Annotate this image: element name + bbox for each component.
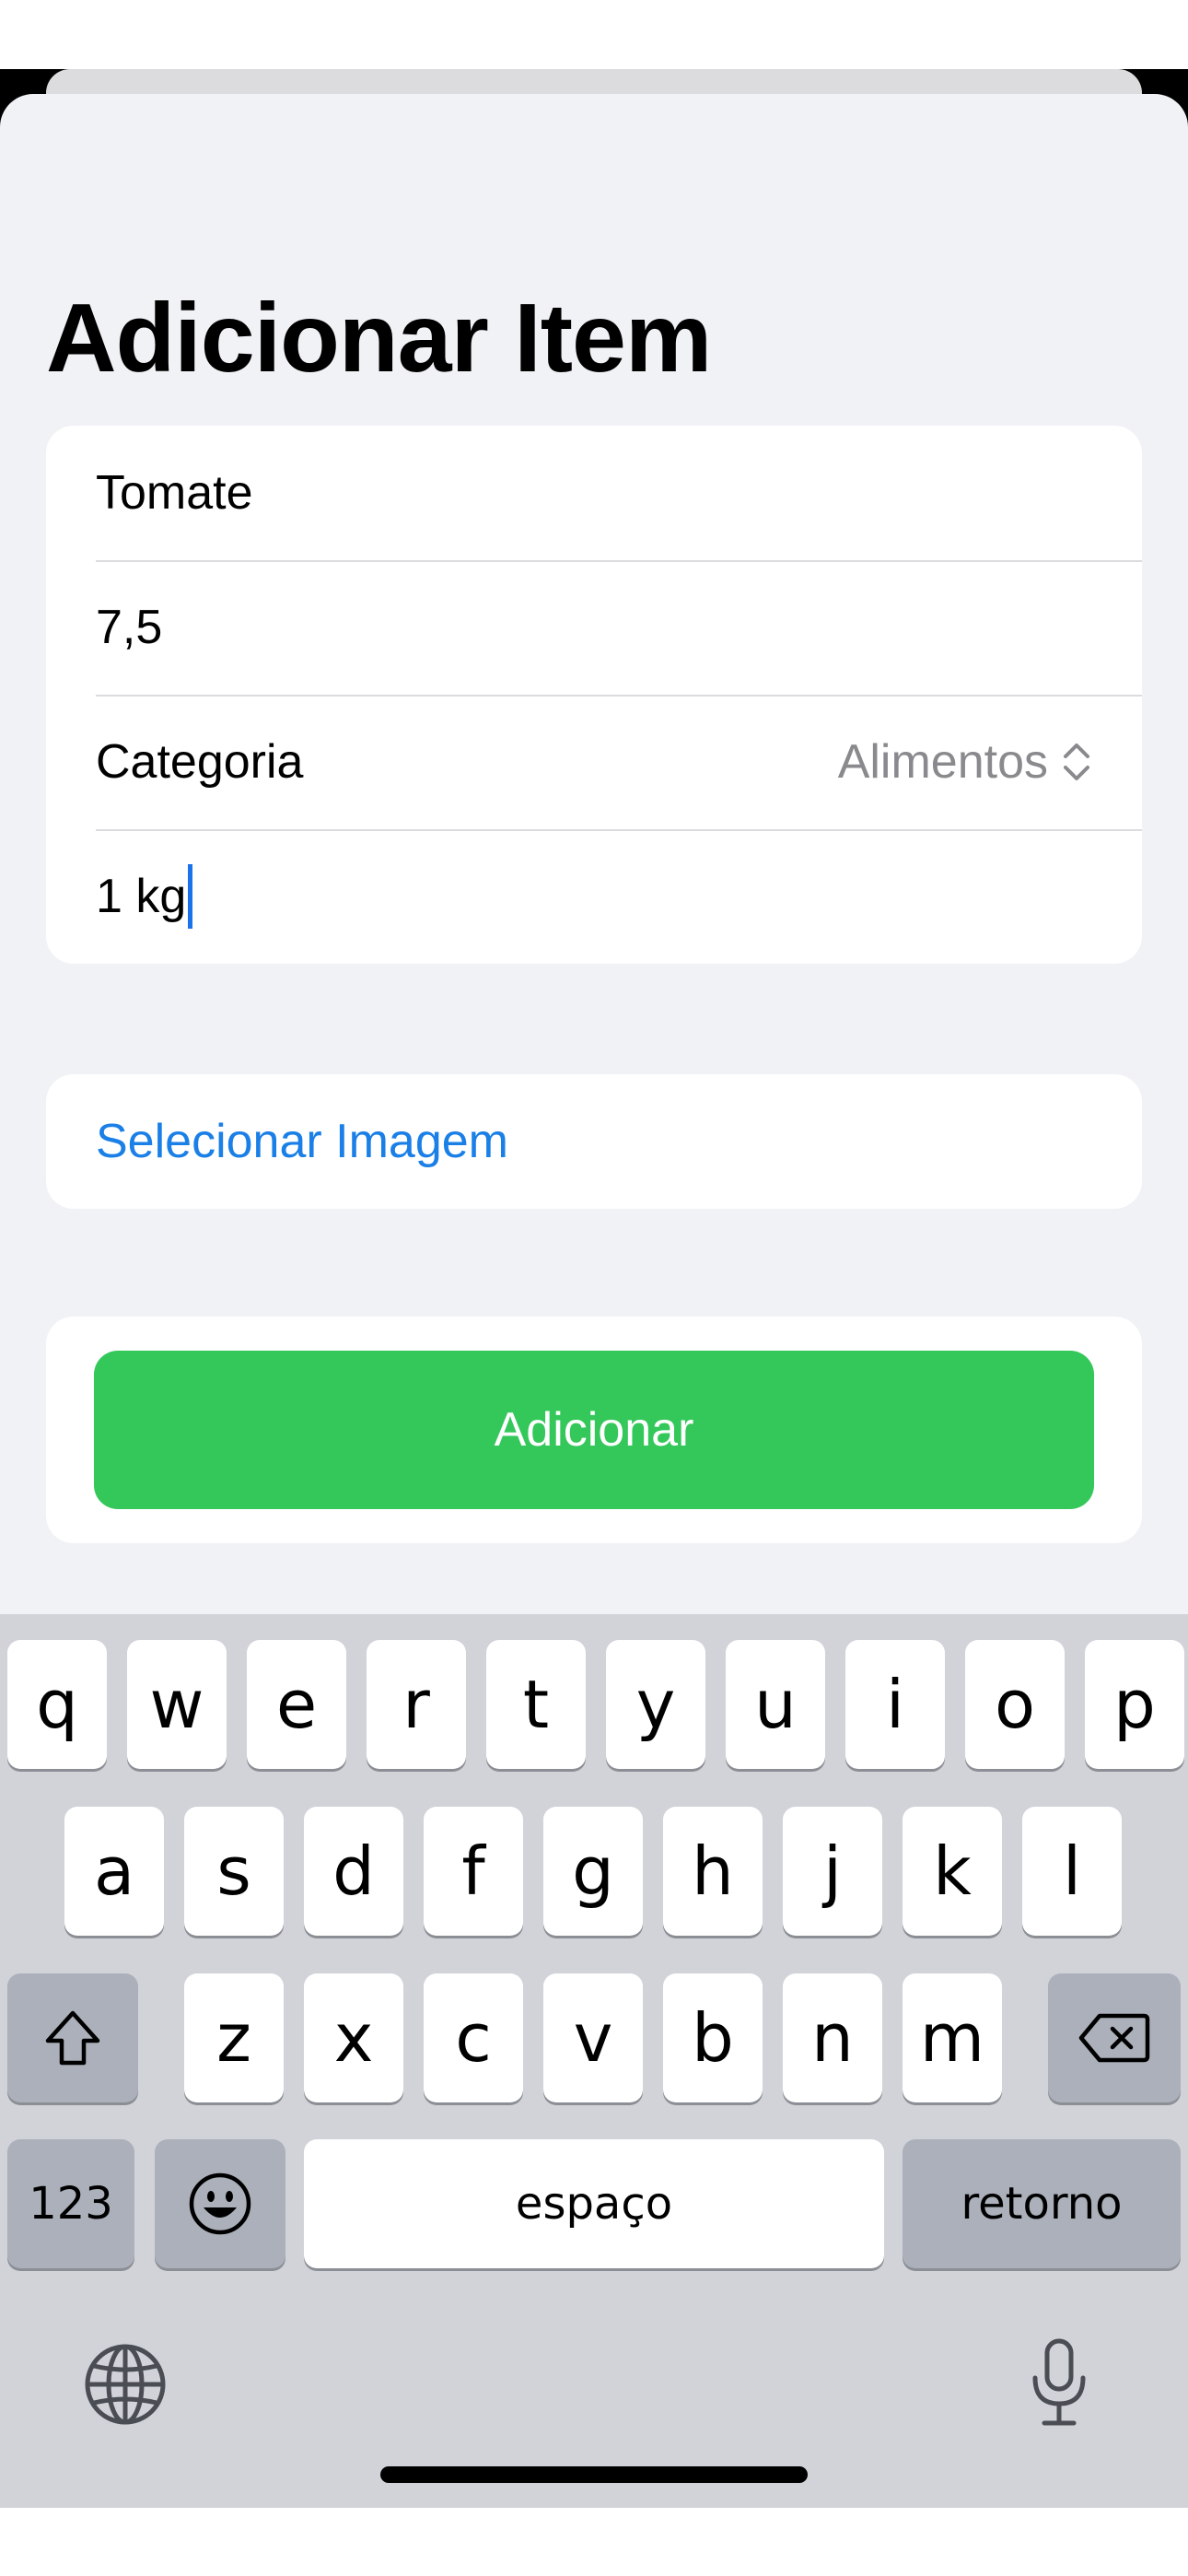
home-indicator [380, 2466, 808, 2483]
key-r[interactable]: r [367, 1640, 466, 1769]
key-n[interactable]: n [783, 1973, 882, 2102]
keyboard: qwertyuiop asdfghjkl zxcvbnm 123 espaço … [0, 1614, 1188, 2508]
key-w[interactable]: w [127, 1640, 227, 1769]
item-form-group: Tomate 7,5 Categoria Alimentos 1 kg [46, 426, 1142, 964]
key-j[interactable]: j [783, 1807, 882, 1936]
add-button[interactable]: Adicionar [94, 1351, 1094, 1509]
globe-icon[interactable] [83, 2342, 168, 2427]
key-q[interactable]: q [7, 1640, 107, 1769]
key-e[interactable]: e [247, 1640, 346, 1769]
price-field-value[interactable]: 7,5 [96, 600, 162, 655]
key-f[interactable]: f [424, 1807, 523, 1936]
shift-icon [45, 2010, 100, 2066]
category-value[interactable]: Alimentos [838, 734, 1048, 790]
delete-key[interactable] [1048, 1973, 1181, 2102]
key-l[interactable]: l [1022, 1807, 1122, 1936]
return-key[interactable]: retorno [903, 2139, 1181, 2268]
category-picker[interactable]: Categoria Alimentos [46, 695, 1142, 829]
name-field-value[interactable]: Tomate [96, 465, 253, 521]
key-y[interactable]: y [606, 1640, 705, 1769]
space-key[interactable]: espaço [304, 2139, 884, 2268]
image-group: Selecionar Imagem [46, 1074, 1142, 1209]
microphone-icon[interactable] [1030, 2337, 1089, 2430]
key-o[interactable]: o [965, 1640, 1065, 1769]
shift-key[interactable] [7, 1973, 138, 2102]
key-b[interactable]: b [663, 1973, 763, 2102]
name-field[interactable]: Tomate [46, 426, 1142, 560]
category-value-wrap[interactable]: Alimentos [838, 734, 1092, 790]
key-g[interactable]: g [543, 1807, 643, 1936]
key-c[interactable]: c [424, 1973, 523, 2102]
key-x[interactable]: x [304, 1973, 403, 2102]
select-image-button[interactable]: Selecionar Imagem [96, 1114, 508, 1169]
key-i[interactable]: i [845, 1640, 945, 1769]
numbers-key[interactable]: 123 [7, 2139, 134, 2268]
key-k[interactable]: k [903, 1807, 1002, 1936]
key-p[interactable]: p [1085, 1640, 1184, 1769]
select-image-row[interactable]: Selecionar Imagem [46, 1074, 1142, 1209]
key-a[interactable]: a [64, 1807, 164, 1936]
key-z[interactable]: z [184, 1973, 284, 2102]
quantity-field[interactable]: 1 kg [46, 829, 1142, 964]
delete-icon [1078, 2013, 1150, 2063]
key-d[interactable]: d [304, 1807, 403, 1936]
category-label: Categoria [96, 735, 304, 789]
page-title: Adicionar Item [46, 284, 712, 392]
add-button-group: Adicionar [46, 1317, 1142, 1543]
key-s[interactable]: s [184, 1807, 284, 1936]
key-h[interactable]: h [663, 1807, 763, 1936]
emoji-key[interactable] [155, 2139, 285, 2268]
quantity-field-value[interactable]: 1 kg [96, 869, 186, 924]
text-cursor [188, 864, 193, 929]
emoji-icon [189, 2172, 251, 2235]
key-v[interactable]: v [543, 1973, 643, 2102]
chevron-up-down-icon [1064, 744, 1089, 780]
key-u[interactable]: u [726, 1640, 825, 1769]
key-t[interactable]: t [486, 1640, 586, 1769]
key-m[interactable]: m [903, 1973, 1002, 2102]
price-field[interactable]: 7,5 [46, 560, 1142, 695]
